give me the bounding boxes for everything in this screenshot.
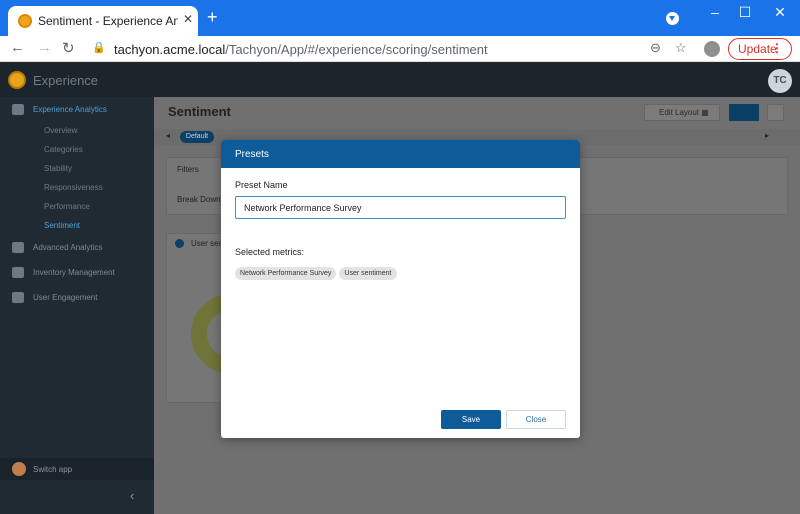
monitor-icon [12, 267, 24, 278]
sidebar-item-stability[interactable]: Stability [44, 164, 72, 173]
sidebar-item-user-engagement[interactable]: User Engagement [0, 287, 154, 309]
preset-name-input[interactable] [235, 196, 566, 219]
minimize-button[interactable]: – [700, 4, 730, 20]
user-avatar[interactable]: TC [768, 69, 792, 93]
sidebar-item-label: Inventory Management [33, 268, 115, 277]
metrics-chip-list: Network Performance Survey User sentiment [235, 264, 400, 280]
scroll-left-icon[interactable]: ◂ [166, 131, 170, 140]
favorite-dropdown-button[interactable] [729, 104, 759, 121]
sentiment-card: User sen [166, 233, 288, 403]
switch-app-label: Switch app [33, 465, 73, 474]
reload-icon[interactable]: ↻ [62, 39, 75, 57]
forward-icon[interactable]: → [37, 39, 52, 56]
default-preset-pill[interactable]: Default [180, 131, 214, 143]
metric-chip: User sentiment [339, 267, 397, 280]
tab-close-icon[interactable]: ✕ [183, 12, 193, 26]
fullscreen-button[interactable] [767, 104, 784, 121]
maximize-button[interactable]: ☐ [730, 4, 760, 21]
clipboard-icon [12, 292, 24, 303]
dialog-header: Presets [221, 140, 580, 168]
switch-app-button[interactable]: Switch app [0, 458, 154, 480]
logo-icon [8, 71, 26, 89]
browser-tab[interactable]: Sentiment - Experience Analytics ✕ [8, 6, 198, 36]
sidebar-item-advanced-analytics[interactable]: Advanced Analytics [0, 237, 154, 259]
sidebar: Experience Analytics Overview Categories… [0, 97, 154, 514]
filters-label: Filters [177, 165, 199, 174]
lock-icon: 🔒 [92, 42, 106, 54]
update-button[interactable]: Update ⋮ [728, 38, 792, 60]
favicon-icon [18, 14, 32, 28]
close-window-button[interactable]: ✕ [765, 4, 795, 21]
sentiment-card-title: User sen [191, 239, 224, 248]
info-icon [175, 239, 184, 248]
tab-title: Sentiment - Experience Analytics [38, 14, 178, 28]
metric-chip: Network Performance Survey [235, 267, 337, 280]
scroll-right-icon[interactable]: ▸ [765, 131, 769, 140]
gauge-icon [12, 104, 24, 115]
sidebar-item-label: User Engagement [33, 293, 98, 302]
sidebar-item-performance[interactable]: Performance [44, 202, 90, 211]
sidebar-item-label: Experience Analytics [33, 105, 107, 114]
edit-layout-button[interactable]: Edit Layout ▦ [644, 104, 720, 121]
address-bar[interactable]: 🔒 tachyon.acme.local/Tachyon/App/#/exper… [92, 38, 692, 60]
sidebar-item-overview[interactable]: Overview [44, 126, 77, 135]
dialog-title: Presets [235, 149, 269, 160]
url-host: tachyon.acme.local [114, 42, 226, 57]
edit-layout-label: Edit Layout [659, 108, 700, 117]
app-name: Experience [33, 73, 99, 88]
sidebar-item-label: Advanced Analytics [33, 243, 103, 252]
zoom-icon[interactable]: ⊖ [650, 40, 661, 56]
url-text[interactable]: tachyon.acme.local/Tachyon/App/#/experie… [114, 42, 488, 57]
sidebar-item-responsiveness[interactable]: Responsiveness [44, 183, 103, 192]
browser-toolbar: ← → ↻ 🔒 tachyon.acme.local/Tachyon/App/#… [0, 36, 800, 62]
presets-dialog: Presets Preset Name Selected metrics: Ne… [221, 140, 580, 438]
sidebar-item-categories[interactable]: Categories [44, 145, 83, 154]
page-title: Sentiment [168, 104, 231, 119]
close-button[interactable]: Close [506, 410, 566, 429]
preset-name-label: Preset Name [235, 180, 288, 190]
sidebar-item-inventory-management[interactable]: Inventory Management [0, 262, 154, 284]
save-button[interactable]: Save [441, 410, 501, 429]
bookmark-star-icon[interactable]: ☆ [675, 40, 687, 56]
tab-search-icon[interactable] [666, 12, 679, 25]
selected-metrics-label: Selected metrics: [235, 247, 305, 257]
url-path: /Tachyon/App/#/experience/scoring/sentim… [225, 42, 488, 57]
back-icon[interactable]: ← [10, 39, 25, 56]
sidebar-item-experience-analytics[interactable]: Experience Analytics [0, 99, 154, 121]
grid-icon: ▦ [701, 108, 709, 117]
sidebar-item-sentiment[interactable]: Sentiment [44, 221, 80, 230]
binoculars-icon [12, 242, 24, 253]
switch-app-avatar [12, 462, 26, 476]
new-tab-button[interactable]: + [207, 7, 218, 28]
menu-dots-icon: ⋮ [771, 41, 783, 55]
profile-icon[interactable] [704, 41, 720, 57]
app-header: Experience TC [0, 63, 800, 97]
breakdown-label: Break Down [177, 195, 221, 204]
browser-titlebar: Sentiment - Experience Analytics ✕ + – ☐… [0, 0, 800, 36]
collapse-sidebar-icon[interactable]: ‹ [130, 488, 134, 503]
